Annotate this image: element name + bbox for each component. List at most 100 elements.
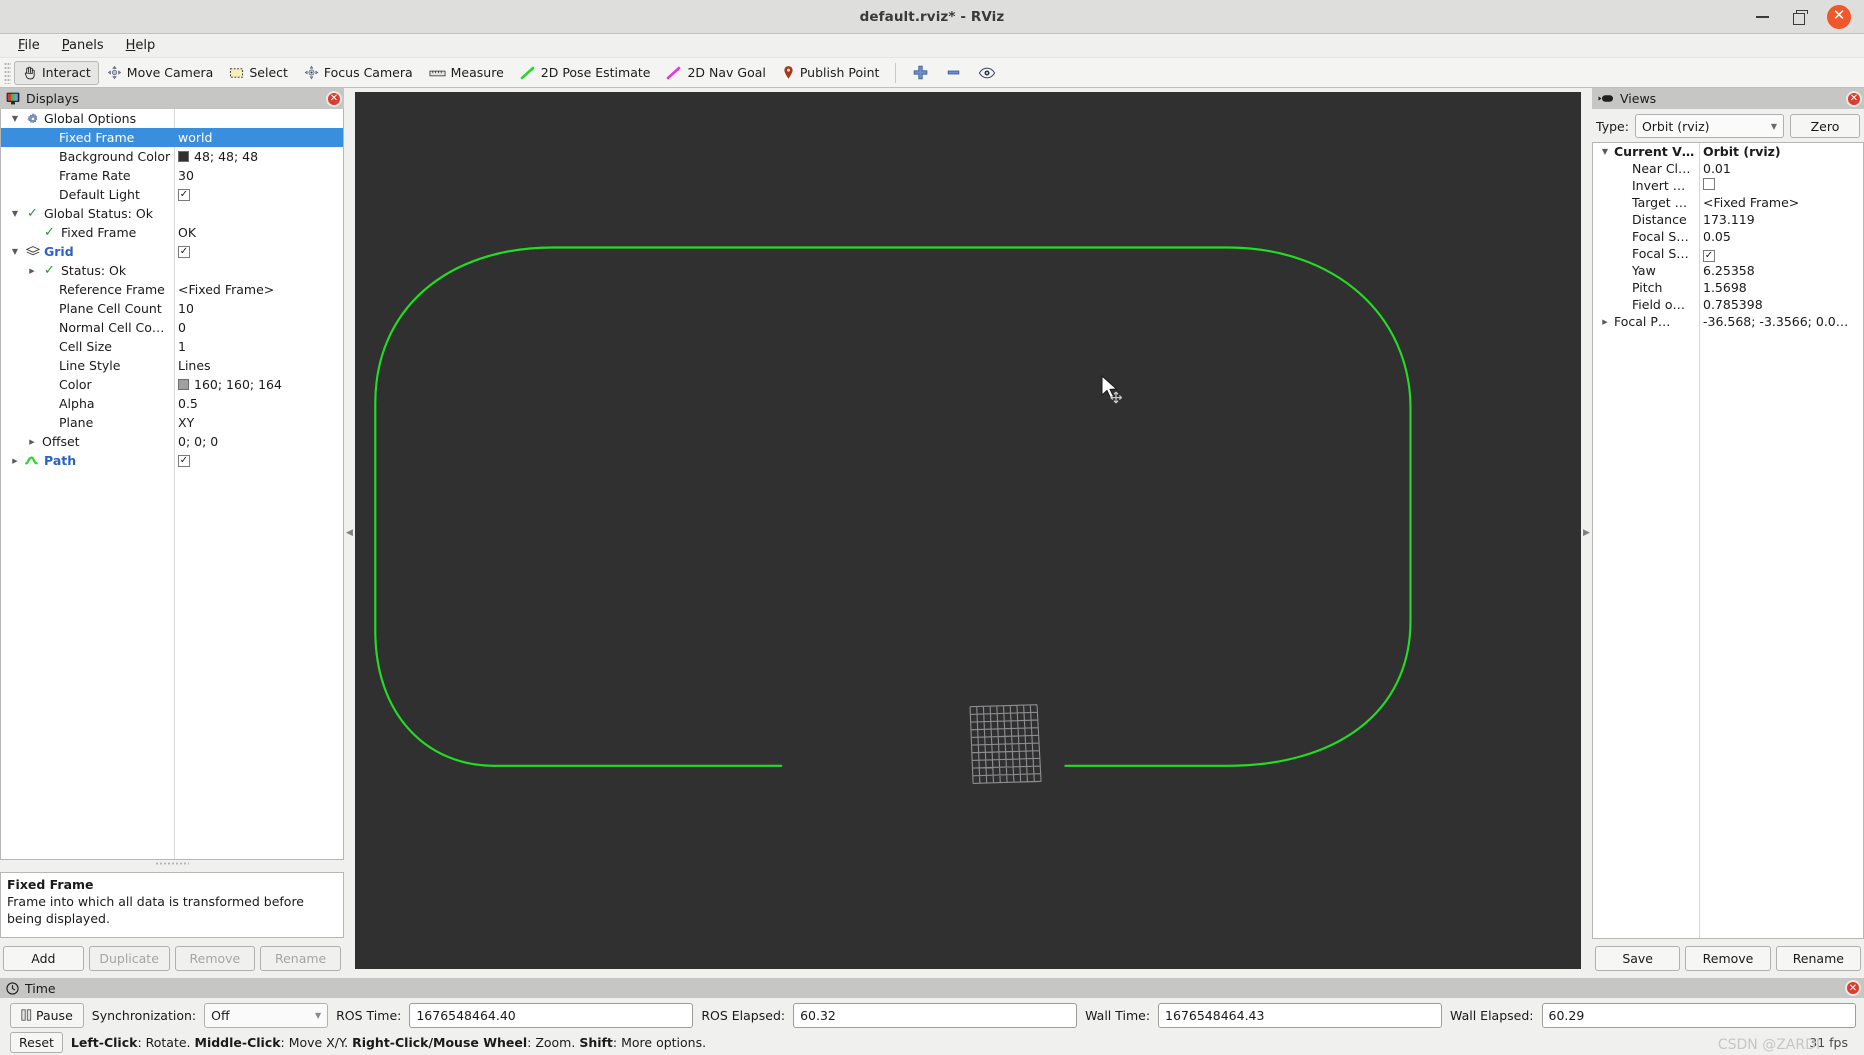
left-splitter-handle[interactable]: ◀ xyxy=(344,88,355,978)
displays-row-value-cell[interactable]: 160; 160; 164 xyxy=(173,377,343,392)
chevron-down-icon[interactable] xyxy=(9,114,21,123)
checkbox[interactable]: ✓ xyxy=(178,188,190,201)
close-window-button[interactable]: ✕ xyxy=(1827,4,1851,29)
minimize-button[interactable] xyxy=(1751,6,1773,28)
viewport-bottom-splitter[interactable] xyxy=(355,971,1581,978)
tool-remove-minus[interactable] xyxy=(937,61,970,85)
color-swatch[interactable] xyxy=(178,151,189,162)
checkbox[interactable]: ✓ xyxy=(178,454,190,467)
displays-row-value-cell[interactable]: ✓ xyxy=(173,454,343,467)
views-row-value-cell[interactable]: 173.119 xyxy=(1698,212,1863,227)
rename-view-button[interactable]: Rename xyxy=(1775,946,1861,971)
wall-time-field[interactable]: 1676548464.43 xyxy=(1158,1002,1443,1028)
color-swatch[interactable] xyxy=(178,379,189,390)
displays-tree-row[interactable]: ✓ Status: Ok xyxy=(1,261,343,280)
views-row-value-cell[interactable]: 6.25358 xyxy=(1698,263,1863,278)
displays-row-value-cell[interactable]: 48; 48; 48 xyxy=(173,149,343,164)
displays-row-value-cell[interactable]: 10 xyxy=(173,301,343,316)
displays-tree-row[interactable]: Frame Rate 30 xyxy=(1,166,343,185)
menu-help[interactable]: Help xyxy=(116,36,166,55)
views-row-value-cell[interactable] xyxy=(1698,178,1863,193)
views-row-value-cell[interactable]: -36.568; -3.3566; 0.0… xyxy=(1698,314,1863,329)
displays-row-value-cell[interactable]: 30 xyxy=(173,168,343,183)
toolbar-grip[interactable] xyxy=(4,61,11,84)
displays-tree-row[interactable]: Cell Size 1 xyxy=(1,337,343,356)
wall-elapsed-field[interactable]: 60.29 xyxy=(1541,1002,1856,1028)
chevron-down-icon[interactable] xyxy=(9,209,21,218)
displays-tree-row[interactable]: Offset 0; 0; 0 xyxy=(1,432,343,451)
displays-tree-row[interactable]: Fixed Frame world xyxy=(1,128,343,147)
displays-tree-row[interactable]: Alpha 0.5 xyxy=(1,394,343,413)
time-close-icon[interactable]: ✕ xyxy=(1845,980,1861,996)
menu-file[interactable]: File xyxy=(8,36,50,55)
views-tree-row[interactable]: Yaw 6.25358 xyxy=(1593,262,1863,279)
views-tree-row[interactable]: Target … <Fixed Frame> xyxy=(1593,194,1863,211)
views-row-value-cell[interactable]: Orbit (rviz) xyxy=(1698,144,1863,159)
duplicate-display-button[interactable]: Duplicate xyxy=(88,946,170,971)
remove-view-button[interactable]: Remove xyxy=(1685,946,1771,971)
checkbox[interactable]: ✓ xyxy=(178,245,190,258)
displays-row-value-cell[interactable]: <Fixed Frame> xyxy=(173,282,343,297)
views-tree-row[interactable]: Focal S… ✓ xyxy=(1593,245,1863,262)
views-row-value-cell[interactable]: 0.01 xyxy=(1698,161,1863,176)
views-tree-row[interactable]: Current V… Orbit (rviz) xyxy=(1593,143,1863,160)
displays-row-value-cell[interactable]: ✓ xyxy=(173,245,343,258)
displays-tree-row[interactable]: ✓ Fixed Frame OK xyxy=(1,223,343,242)
views-tree-row[interactable]: Pitch 1.5698 xyxy=(1593,279,1863,296)
views-tree[interactable]: Current V… Orbit (rviz) Near Cl… 0.01 Invert… xyxy=(1592,142,1864,939)
displays-row-value-cell[interactable]: 1 xyxy=(173,339,343,354)
chevron-down-icon[interactable] xyxy=(9,247,21,256)
ros-time-field[interactable]: 1676548464.40 xyxy=(409,1002,694,1028)
tool-interact[interactable]: Interact xyxy=(14,60,99,85)
chevron-down-icon[interactable] xyxy=(1599,147,1611,156)
chevron-right-icon[interactable] xyxy=(26,438,38,446)
displays-tree-row[interactable]: Color 160; 160; 164 xyxy=(1,375,343,394)
chevron-right-icon[interactable] xyxy=(9,457,21,465)
displays-row-value-cell[interactable]: 0.5 xyxy=(173,396,343,411)
views-row-value-cell[interactable]: ✓ xyxy=(1698,246,1863,262)
sync-combo[interactable]: Off ▼ xyxy=(204,1002,329,1028)
tool-publish-point[interactable]: Publish Point xyxy=(774,61,888,85)
view-type-combo[interactable]: Orbit (rviz) ▼ xyxy=(1634,114,1784,138)
render-viewport[interactable] xyxy=(355,92,1581,969)
reset-button[interactable]: Reset xyxy=(10,1031,63,1053)
displays-row-value-cell[interactable]: 0; 0; 0 xyxy=(173,434,343,449)
displays-tree[interactable]: Global Options Fixed Frame world Background… xyxy=(0,109,344,860)
save-view-button[interactable]: Save xyxy=(1595,946,1681,971)
displays-row-value-cell[interactable]: OK xyxy=(173,225,343,240)
views-row-value-cell[interactable]: 1.5698 xyxy=(1698,280,1863,295)
right-splitter-handle[interactable]: ▶ xyxy=(1581,88,1592,978)
pause-button[interactable]: Pause xyxy=(10,1002,84,1028)
displays-tree-row[interactable]: ✓ Global Status: Ok xyxy=(1,204,343,223)
displays-tree-row[interactable]: Normal Cell Co… 0 xyxy=(1,318,343,337)
displays-tree-row[interactable]: Line Style Lines xyxy=(1,356,343,375)
displays-tree-row[interactable]: Path ✓ xyxy=(1,451,343,470)
tool-add-plus[interactable] xyxy=(904,61,937,85)
menu-panels[interactable]: Panels xyxy=(52,36,114,55)
views-tree-row[interactable]: Focal S… 0.05 xyxy=(1593,228,1863,245)
displays-row-value-cell[interactable]: ✓ xyxy=(173,188,343,201)
displays-row-value-cell[interactable]: world xyxy=(173,130,343,145)
displays-row-value-cell[interactable]: 0 xyxy=(173,320,343,335)
remove-display-button[interactable]: Remove xyxy=(174,946,256,971)
displays-tree-row[interactable]: Reference Frame <Fixed Frame> xyxy=(1,280,343,299)
displays-tree-row[interactable]: Default Light ✓ xyxy=(1,185,343,204)
add-display-button[interactable]: Add xyxy=(3,946,84,971)
tool-2d-pose-estimate[interactable]: 2D Pose Estimate xyxy=(512,61,659,85)
views-tree-row[interactable]: Focal P… -36.568; -3.3566; 0.0… xyxy=(1593,313,1863,330)
displays-tree-row[interactable]: Plane XY xyxy=(1,413,343,432)
views-row-value-cell[interactable]: 0.785398 xyxy=(1698,297,1863,312)
views-row-value-cell[interactable]: 0.05 xyxy=(1698,229,1863,244)
tool-2d-nav-goal[interactable]: 2D Nav Goal xyxy=(658,61,773,85)
displays-tree-row[interactable]: Global Options xyxy=(1,109,343,128)
displays-row-value-cell[interactable]: XY xyxy=(173,415,343,430)
views-row-value-cell[interactable]: <Fixed Frame> xyxy=(1698,195,1863,210)
checkbox[interactable]: ✓ xyxy=(1703,249,1715,262)
views-tree-row[interactable]: Distance 173.119 xyxy=(1593,211,1863,228)
chevron-right-icon[interactable] xyxy=(1599,318,1611,326)
displays-tree-row[interactable]: Plane Cell Count 10 xyxy=(1,299,343,318)
tool-visibility-eye[interactable] xyxy=(970,61,1004,85)
views-close-icon[interactable]: ✕ xyxy=(1846,90,1862,107)
ros-elapsed-field[interactable]: 60.32 xyxy=(793,1002,1078,1028)
displays-close-icon[interactable]: ✕ xyxy=(326,90,342,107)
